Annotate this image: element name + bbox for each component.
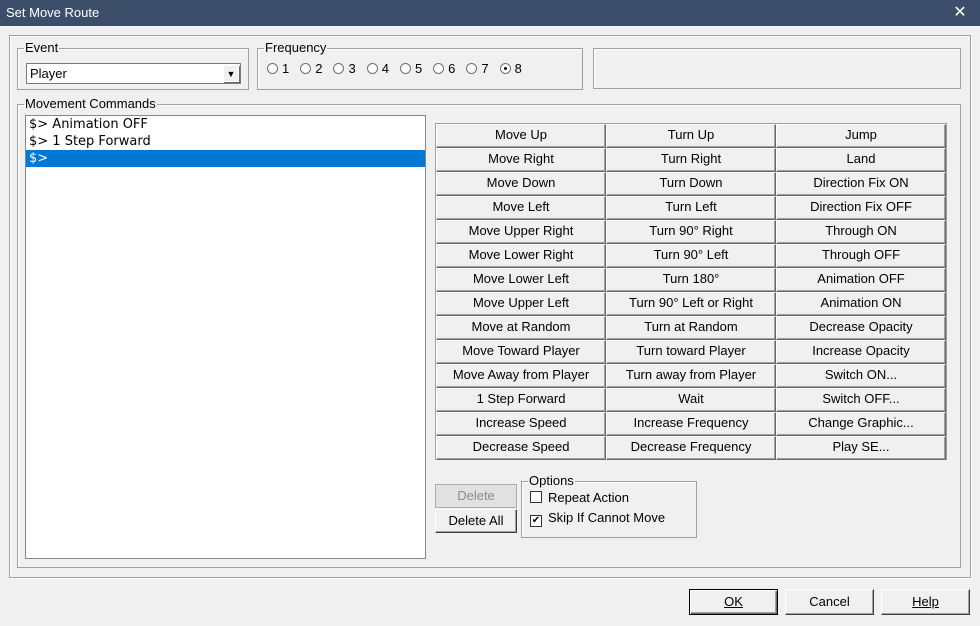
command-button-turn-up[interactable]: Turn Up bbox=[606, 124, 776, 148]
command-button-turn-toward-player[interactable]: Turn toward Player bbox=[606, 340, 776, 364]
command-button-animation-on[interactable]: Animation ON bbox=[776, 292, 946, 316]
command-button-direction-fix-off[interactable]: Direction Fix OFF bbox=[776, 196, 946, 220]
frequency-radio-7[interactable]: 7 bbox=[466, 61, 489, 76]
frequency-group: Frequency 1 2 3 4 5 6 7 8 bbox=[257, 40, 583, 90]
frequency-radio-1[interactable]: 1 bbox=[267, 61, 289, 76]
window-title: Set Move Route bbox=[6, 5, 100, 20]
frequency-radio-5[interactable]: 5 bbox=[399, 61, 423, 76]
command-button-decrease-opacity[interactable]: Decrease Opacity bbox=[776, 316, 946, 340]
frequency-radio-label: 1 bbox=[282, 61, 290, 76]
help-button[interactable]: Help bbox=[881, 589, 970, 615]
command-button-jump[interactable]: Jump bbox=[776, 124, 946, 148]
command-button-turn-90-right[interactable]: Turn 90° Right bbox=[606, 220, 776, 244]
radio-dot[interactable] bbox=[333, 63, 345, 74]
repeat-action-checkbox[interactable] bbox=[530, 491, 542, 503]
command-button-turn-away-from-player[interactable]: Turn away from Player bbox=[606, 364, 776, 388]
repeat-action-label: Repeat Action bbox=[548, 490, 629, 505]
command-button-change-graphic[interactable]: Change Graphic... bbox=[776, 412, 946, 436]
cancel-button[interactable]: Cancel bbox=[785, 589, 874, 615]
command-button-move-toward-player[interactable]: Move Toward Player bbox=[436, 340, 606, 364]
radio-dot[interactable] bbox=[267, 63, 278, 74]
list-item[interactable]: $> Animation OFF bbox=[26, 116, 425, 133]
command-button-move-lower-right[interactable]: Move Lower Right bbox=[436, 244, 606, 268]
command-button-through-on[interactable]: Through ON bbox=[776, 220, 946, 244]
command-button-turn-180[interactable]: Turn 180° bbox=[606, 268, 776, 292]
close-icon[interactable]: ✕ bbox=[940, 0, 980, 26]
radio-dot[interactable] bbox=[466, 63, 478, 74]
skip-if-cannot-move-checkbox[interactable]: ✔ bbox=[530, 515, 542, 527]
movement-legend: Movement Commands bbox=[25, 96, 156, 111]
event-select[interactable]: Player ▼ bbox=[26, 63, 241, 84]
event-group: Event Player ▼ bbox=[17, 40, 249, 90]
skip-if-cannot-move-option[interactable]: ✔ Skip If Cannot Move bbox=[530, 510, 665, 527]
frequency-radio-label: 4 bbox=[381, 61, 389, 76]
options-group: Options Repeat Action ✔ Skip If Cannot Mo… bbox=[521, 473, 697, 538]
repeat-action-option[interactable]: Repeat Action bbox=[530, 490, 629, 505]
command-button-play-se[interactable]: Play SE... bbox=[776, 436, 946, 460]
command-button-through-off[interactable]: Through OFF bbox=[776, 244, 946, 268]
frequency-legend: Frequency bbox=[265, 40, 327, 55]
command-button-decrease-speed[interactable]: Decrease Speed bbox=[436, 436, 606, 460]
command-button-increase-opacity[interactable]: Increase Opacity bbox=[776, 340, 946, 364]
delete-all-button[interactable]: Delete All bbox=[435, 509, 517, 533]
frequency-radio-2[interactable]: 2 bbox=[300, 61, 322, 76]
event-select-value: Player bbox=[30, 66, 67, 81]
ok-label: OK bbox=[724, 594, 743, 609]
command-button-move-right[interactable]: Move Right bbox=[436, 148, 606, 172]
command-button-move-left[interactable]: Move Left bbox=[436, 196, 606, 220]
command-button-move-upper-right[interactable]: Move Upper Right bbox=[436, 220, 606, 244]
command-list[interactable]: $> Animation OFF $> 1 Step Forward $> bbox=[25, 115, 426, 559]
command-button-increase-speed[interactable]: Increase Speed bbox=[436, 412, 606, 436]
help-label: Help bbox=[912, 594, 939, 609]
command-button-turn-90-left[interactable]: Turn 90° Left bbox=[606, 244, 776, 268]
command-button-turn-down[interactable]: Turn Down bbox=[606, 172, 776, 196]
command-button-land[interactable]: Land bbox=[776, 148, 946, 172]
frequency-radio-8[interactable]: 8 bbox=[499, 61, 522, 76]
frequency-radio-label: 2 bbox=[315, 61, 323, 76]
command-button-decrease-frequency[interactable]: Decrease Frequency bbox=[606, 436, 776, 460]
radio-dot[interactable] bbox=[433, 63, 445, 74]
frequency-radio-label: 3 bbox=[348, 61, 356, 76]
frequency-radio-6[interactable]: 6 bbox=[433, 61, 455, 76]
command-button-move-lower-left[interactable]: Move Lower Left bbox=[436, 268, 606, 292]
command-button-1-step-forward[interactable]: 1 Step Forward bbox=[436, 388, 606, 412]
frequency-radio-label: 8 bbox=[514, 61, 522, 76]
list-item[interactable]: $> 1 Step Forward bbox=[26, 133, 425, 150]
frequency-radio-4[interactable]: 4 bbox=[366, 61, 389, 76]
chevron-down-icon[interactable]: ▼ bbox=[223, 65, 239, 82]
radio-dot[interactable] bbox=[300, 63, 312, 74]
list-item[interactable]: $> bbox=[26, 150, 425, 167]
radio-dot[interactable] bbox=[499, 63, 511, 74]
command-button-move-down[interactable]: Move Down bbox=[436, 172, 606, 196]
skip-if-cannot-move-label: Skip If Cannot Move bbox=[548, 510, 666, 525]
event-legend: Event bbox=[25, 40, 59, 55]
frequency-radio-label: 7 bbox=[481, 61, 489, 76]
radio-dot[interactable] bbox=[366, 63, 378, 74]
frequency-radios: 1 2 3 4 5 6 7 8 bbox=[267, 61, 533, 76]
command-button-increase-frequency[interactable]: Increase Frequency bbox=[606, 412, 776, 436]
frequency-radio-label: 6 bbox=[448, 61, 456, 76]
command-button-grid: Move Up Turn Up Jump Move Right Turn Right La… bbox=[435, 123, 947, 460]
command-button-move-away-from-player[interactable]: Move Away from Player bbox=[436, 364, 606, 388]
command-button-move-up[interactable]: Move Up bbox=[436, 124, 606, 148]
command-button-move-at-random[interactable]: Move at Random bbox=[436, 316, 606, 340]
title-bar: Set Move Route ✕ bbox=[0, 0, 980, 26]
frequency-radio-label: 5 bbox=[414, 61, 423, 76]
command-button-turn-90-left-or-right[interactable]: Turn 90° Left or Right bbox=[606, 292, 776, 316]
command-button-turn-right[interactable]: Turn Right bbox=[606, 148, 776, 172]
ok-button[interactable]: OK bbox=[689, 589, 778, 615]
delete-button[interactable]: Delete bbox=[435, 484, 517, 508]
info-panel bbox=[593, 48, 961, 89]
options-legend: Options bbox=[529, 473, 574, 488]
frequency-radio-3[interactable]: 3 bbox=[333, 61, 356, 76]
command-button-turn-at-random[interactable]: Turn at Random bbox=[606, 316, 776, 340]
command-button-direction-fix-on[interactable]: Direction Fix ON bbox=[776, 172, 946, 196]
command-button-switch-off[interactable]: Switch OFF... bbox=[776, 388, 946, 412]
command-button-animation-off[interactable]: Animation OFF bbox=[776, 268, 946, 292]
command-button-wait[interactable]: Wait bbox=[606, 388, 776, 412]
command-button-turn-left[interactable]: Turn Left bbox=[606, 196, 776, 220]
command-button-move-upper-left[interactable]: Move Upper Left bbox=[436, 292, 606, 316]
radio-dot[interactable] bbox=[399, 63, 411, 74]
command-button-switch-on[interactable]: Switch ON... bbox=[776, 364, 946, 388]
